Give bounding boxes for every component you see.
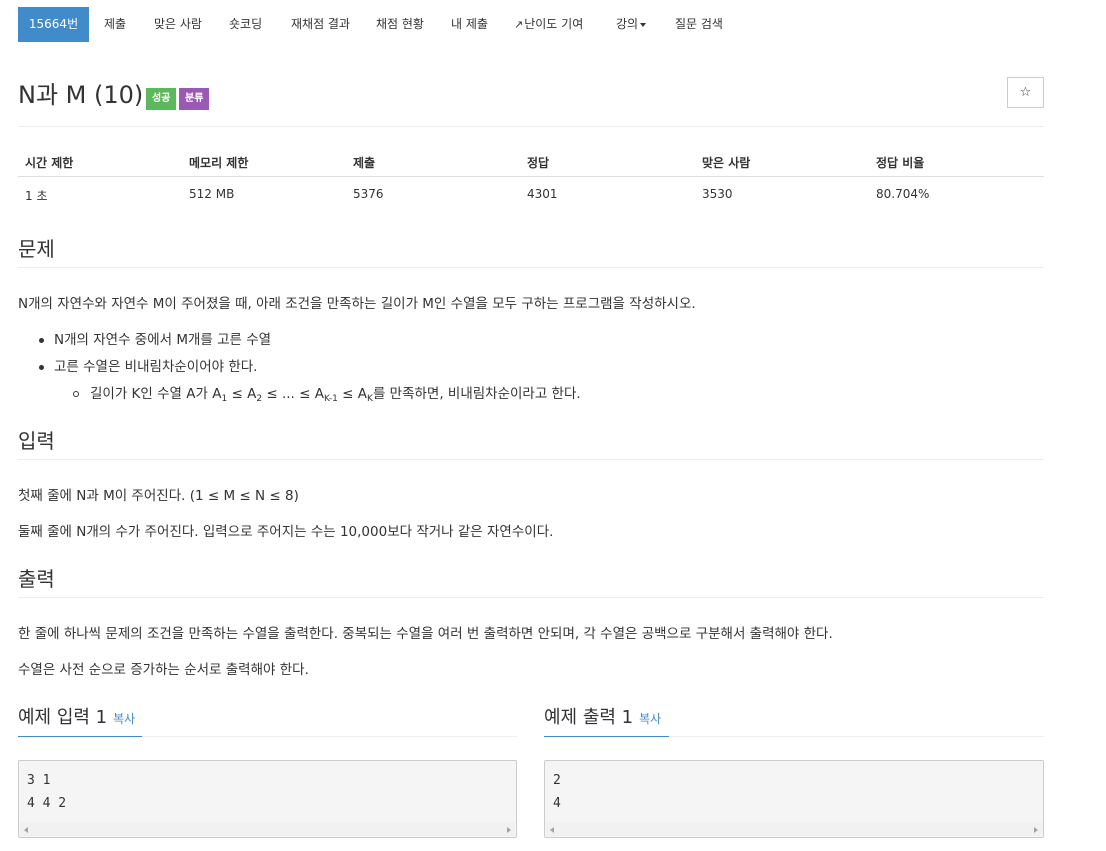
output-desc-1: 한 줄에 하나씩 문제의 조건을 만족하는 수열을 출력한다. 중복되는 수열을… (18, 626, 833, 642)
problem-info-table: 시간 제한 메모리 제한 제출 정답 맞은 사람 정답 비율 1 초 512 M… (18, 148, 1044, 205)
value-accepted: 4301 (527, 187, 558, 201)
section-heading-input: 입력 (18, 428, 55, 460)
detail-text: ≤ ... ≤ A (262, 386, 324, 402)
tab-lecture-label: 강의 (616, 17, 639, 31)
header-memory-limit: 메모리 제한 (189, 156, 249, 170)
value-time-limit: 1 초 (25, 189, 48, 203)
detail-text: 를 만족하면, 비내림차순이라고 한다. (372, 386, 581, 402)
condition-2: 고른 수열은 비내림차순이어야 한다. (54, 359, 258, 375)
star-button[interactable]: ☆ (1007, 77, 1044, 108)
section-heading-problem: 문제 (18, 236, 55, 268)
section-heading-input-text: 입력 (18, 429, 55, 453)
scroll-left-icon[interactable] (550, 827, 554, 833)
title-divider (18, 126, 1044, 127)
table-row: 1 초 512 MB 5376 4301 3530 80.704% (18, 177, 1044, 205)
input-desc-1: 첫째 줄에 N과 M이 주어진다. (1 ≤ M ≤ N ≤ 8) (18, 488, 299, 504)
sample-input-text: 3 1 4 4 2 (27, 773, 67, 811)
bullet-dot (39, 338, 44, 343)
star-icon: ☆ (1019, 85, 1032, 100)
tab-my-submissions[interactable]: 내 제출 (451, 7, 488, 42)
tab-lecture[interactable]: 강의 (616, 7, 647, 42)
scroll-right-icon[interactable] (1034, 827, 1038, 833)
output-desc-2: 수열은 사전 순으로 증가하는 순서로 출력해야 한다. (18, 662, 309, 678)
tab-solved-users[interactable]: 맞은 사람 (154, 7, 202, 42)
sample-input-heading: 예제 입력 1 복사 (18, 706, 135, 731)
problem-intro: N개의 자연수와 자연수 M이 주어졌을 때, 아래 조건을 만족하는 길이가 … (18, 296, 696, 312)
header-accept-ratio: 정답 비율 (876, 156, 925, 170)
sample-input-box[interactable]: 3 1 4 4 2 (18, 760, 517, 838)
tab-rejudge[interactable]: 재채점 결과 (291, 7, 350, 42)
status-badge-success[interactable]: 성공 (146, 88, 177, 110)
section-heading-output: 출력 (18, 566, 55, 598)
tab-problem[interactable]: 15664번 (18, 7, 89, 42)
tab-submit[interactable]: 제출 (104, 7, 126, 42)
value-solved-users: 3530 (702, 187, 733, 201)
condition-1: N개의 자연수 중에서 M개를 고른 수열 (54, 332, 272, 348)
section-heading-problem-text: 문제 (18, 237, 55, 261)
problem-menu: 15664번 제출 맞은 사람 숏코딩 재채점 결과 채점 현황 내 제출 ↗난… (18, 0, 1044, 42)
bullet-circle (73, 391, 79, 397)
copy-sample-input-button[interactable]: 복사 (113, 712, 135, 726)
detail-text: 길이가 K인 수열 A가 A (90, 386, 222, 402)
scroll-right-icon[interactable] (507, 827, 511, 833)
external-link-icon: ↗ (514, 18, 524, 31)
horizontal-scrollbar[interactable] (546, 822, 1042, 836)
scroll-left-icon[interactable] (24, 827, 28, 833)
table-header-row: 시간 제한 메모리 제한 제출 정답 맞은 사람 정답 비율 (18, 148, 1044, 177)
header-submissions: 제출 (353, 156, 376, 170)
value-accept-ratio: 80.704% (876, 187, 930, 201)
caret-down-icon (640, 22, 647, 27)
sample-input-title: 예제 입력 1 (18, 707, 108, 728)
detail-text: ≤ A (227, 386, 257, 402)
header-solved-users: 맞은 사람 (702, 156, 751, 170)
sample-output-box[interactable]: 2 4 (544, 760, 1044, 838)
detail-text: ≤ A (337, 386, 368, 402)
section-heading-output-text: 출력 (18, 567, 55, 591)
value-submissions: 5376 (353, 187, 384, 201)
sample-output-text: 2 4 (553, 773, 561, 811)
tab-qna[interactable]: 질문 검색 (675, 7, 723, 42)
tab-difficulty[interactable]: ↗난이도 기여 (514, 7, 583, 42)
problem-header: N과 M (10) 성공 분류 ☆ (18, 77, 1044, 112)
subscript: K-1 (323, 394, 338, 404)
category-badge[interactable]: 분류 (179, 88, 210, 110)
tab-difficulty-label: 난이도 기여 (524, 17, 584, 31)
sample-output-heading: 예제 출력 1 복사 (544, 706, 661, 731)
copy-sample-output-button[interactable]: 복사 (639, 712, 661, 726)
value-memory-limit: 512 MB (189, 187, 235, 201)
sample-output-title: 예제 출력 1 (544, 707, 634, 728)
bullet-dot (39, 365, 44, 370)
tab-short-coding[interactable]: 숏코딩 (229, 7, 262, 42)
input-desc-2: 둘째 줄에 N개의 수가 주어진다. 입력으로 주어지는 수는 10,000보다… (18, 524, 554, 540)
page-title: N과 M (10) (18, 81, 144, 109)
condition-2-detail: 길이가 K인 수열 A가 A1 ≤ A2 ≤ ... ≤ AK-1 ≤ AK를 … (90, 384, 581, 409)
tab-status[interactable]: 채점 현황 (376, 7, 424, 42)
heading-underline (18, 736, 142, 737)
header-accepted: 정답 (527, 156, 550, 170)
header-time-limit: 시간 제한 (25, 156, 74, 170)
heading-underline (544, 736, 669, 737)
horizontal-scrollbar[interactable] (20, 822, 515, 836)
section-divider (18, 459, 1044, 460)
section-divider (18, 597, 1044, 598)
section-divider (18, 267, 1044, 268)
